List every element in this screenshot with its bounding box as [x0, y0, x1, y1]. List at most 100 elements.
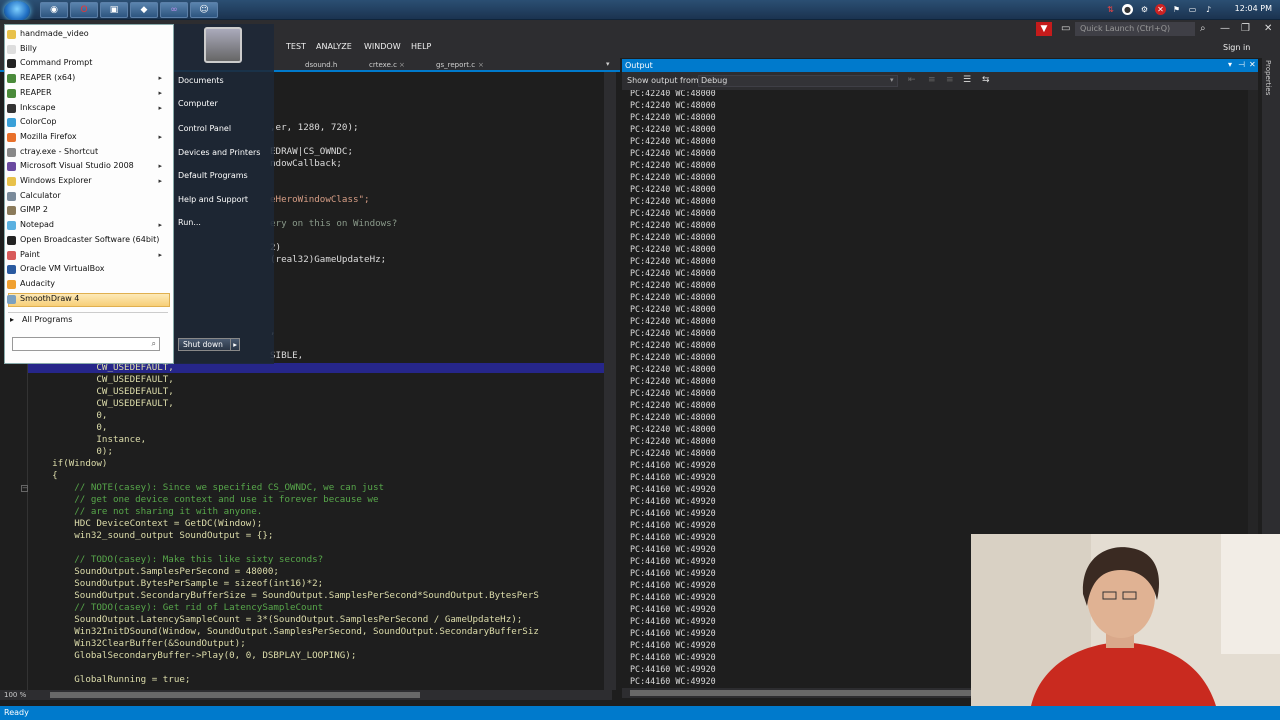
- prev-message-icon[interactable]: ≡: [946, 75, 954, 85]
- minimize-icon[interactable]: —: [1220, 23, 1230, 34]
- menu-analyze[interactable]: ANALYZE: [316, 42, 352, 51]
- start-button[interactable]: [4, 1, 30, 21]
- submenu-arrow-icon[interactable]: ▸: [158, 71, 162, 85]
- output-pin-icon[interactable]: ⊣: [1238, 60, 1245, 69]
- output-source-dropdown-icon[interactable]: ▾: [890, 76, 894, 84]
- find-message-icon[interactable]: ⇤: [908, 75, 916, 85]
- start-menu-program[interactable]: Windows Explorer ▸: [4, 174, 166, 188]
- start-menu-place[interactable]: Run...: [178, 218, 201, 227]
- program-label: GIMP 2: [20, 205, 48, 215]
- tab-gs-report-c[interactable]: gs_report.c: [436, 61, 475, 69]
- start-menu-program[interactable]: ctray.exe - Shortcut: [4, 145, 166, 159]
- cmd-taskbar-button[interactable]: ▣: [100, 2, 128, 18]
- code-line: // NOTE(casey): Since we specified CS_OW…: [30, 482, 385, 493]
- notification-flag-icon[interactable]: ▼: [1036, 22, 1052, 36]
- output-source-select[interactable]: Debug: [698, 75, 898, 87]
- tray-network-icon[interactable]: ⇅: [1105, 4, 1116, 15]
- start-menu-place[interactable]: Computer: [178, 99, 218, 108]
- tray-flag-icon[interactable]: ⚑: [1171, 4, 1182, 15]
- sign-in-link[interactable]: Sign in: [1223, 43, 1250, 52]
- output-pane-title[interactable]: Output: [622, 59, 1258, 72]
- menu-test[interactable]: TEST: [286, 42, 306, 51]
- start-menu-program[interactable]: Oracle VM VirtualBox: [4, 262, 166, 276]
- start-menu-program[interactable]: Calculator: [4, 189, 166, 203]
- zoom-level[interactable]: 100 %: [4, 691, 26, 699]
- start-menu-place[interactable]: Control Panel: [178, 124, 231, 133]
- tray-monitor-icon[interactable]: ▭: [1187, 4, 1198, 15]
- submenu-arrow-icon[interactable]: ▸: [158, 248, 162, 262]
- tray-app-icon[interactable]: ●: [1122, 4, 1133, 15]
- start-menu-program[interactable]: Open Broadcaster Software (64bit): [4, 233, 166, 247]
- editor-hscroll-thumb[interactable]: [50, 692, 420, 698]
- restore-icon[interactable]: ❐: [1241, 23, 1250, 34]
- tray-gear-icon[interactable]: ⚙: [1139, 4, 1150, 15]
- menu-help[interactable]: HELP: [411, 42, 431, 51]
- submenu-arrow-icon[interactable]: ▸: [158, 174, 162, 188]
- start-menu-place[interactable]: Devices and Printers: [178, 148, 260, 157]
- output-hscroll-thumb[interactable]: [630, 690, 978, 696]
- start-menu-place[interactable]: Documents: [178, 76, 224, 85]
- submenu-arrow-icon[interactable]: ▸: [158, 218, 162, 232]
- tab-gs-report-pin-icon[interactable]: ×: [478, 61, 484, 69]
- start-menu-program[interactable]: GIMP 2: [4, 203, 166, 217]
- search-icon[interactable]: ⌕: [152, 338, 156, 350]
- quick-launch-input[interactable]: Quick Launch (Ctrl+Q): [1075, 22, 1195, 36]
- start-menu-program[interactable]: ColorCop: [4, 115, 166, 129]
- start-menu-program[interactable]: REAPER (x64) ▸: [4, 71, 166, 85]
- next-message-icon[interactable]: ≡: [928, 75, 936, 85]
- gimp-taskbar-button[interactable]: ☺: [190, 2, 218, 18]
- program-icon: [7, 30, 16, 39]
- shutdown-options-icon[interactable]: ▸: [230, 339, 237, 350]
- tab-crtexe-pin-icon[interactable]: ×: [399, 61, 405, 69]
- submenu-arrow-icon[interactable]: ▸: [158, 130, 162, 144]
- shutdown-button[interactable]: Shut down ▸: [178, 338, 240, 351]
- start-menu-program[interactable]: SmoothDraw 4: [4, 292, 166, 306]
- tab-crtexe-c[interactable]: crtexe.c: [369, 61, 397, 69]
- word-wrap-icon[interactable]: ⇆: [982, 75, 990, 85]
- menu-window[interactable]: WINDOW: [364, 42, 401, 51]
- program-label: Inkscape: [20, 102, 56, 112]
- submenu-arrow-icon[interactable]: ▸: [158, 86, 162, 100]
- output-dropdown-icon[interactable]: ▾: [1228, 60, 1232, 69]
- start-menu-program[interactable]: Command Prompt: [4, 56, 166, 70]
- start-menu-place[interactable]: Default Programs: [178, 171, 248, 180]
- code-line: CW_USEDEFAULT,: [30, 386, 174, 397]
- editor-vertical-scrollbar[interactable]: [604, 72, 616, 690]
- output-line: PC:42240 WC:48000: [630, 232, 716, 242]
- start-menu-program[interactable]: Inkscape ▸: [4, 101, 166, 115]
- all-programs-button[interactable]: ▸ All Programs: [8, 312, 168, 326]
- clear-all-icon[interactable]: ☰: [963, 75, 971, 85]
- start-menu-program[interactable]: Mozilla Firefox ▸: [4, 130, 166, 144]
- tab-dsound-h[interactable]: dsound.h: [305, 61, 337, 69]
- start-menu-program[interactable]: Audacity: [4, 277, 166, 291]
- quick-launch-search-icon[interactable]: ⌕: [1200, 23, 1206, 34]
- clock[interactable]: 12:04 PM: [1235, 4, 1272, 13]
- program-label: Billy: [20, 43, 37, 53]
- tray-volume-icon[interactable]: ♪: [1203, 4, 1214, 15]
- submenu-arrow-icon[interactable]: ▸: [158, 101, 162, 115]
- vs-taskbar-button[interactable]: ◆: [130, 2, 158, 18]
- output-close-icon[interactable]: ✕: [1249, 60, 1256, 69]
- start-menu-program[interactable]: handmade_video: [4, 27, 166, 41]
- start-menu-program[interactable]: Microsoft Visual Studio 2008 ▸: [4, 159, 166, 173]
- start-menu-program[interactable]: Paint ▸: [4, 248, 166, 262]
- user-avatar[interactable]: [204, 27, 242, 63]
- properties-label[interactable]: Properties: [1264, 60, 1272, 95]
- opera-taskbar-button[interactable]: O: [70, 2, 98, 18]
- start-menu-program[interactable]: Billy: [4, 42, 166, 56]
- start-menu-search-input[interactable]: ⌕: [12, 337, 160, 351]
- program-icon: [7, 191, 16, 201]
- start-menu-program[interactable]: REAPER ▸: [4, 86, 166, 100]
- start-menu-program[interactable]: Notepad ▸: [4, 218, 166, 232]
- code-line: GlobalSecondaryBuffer->Play(0, 0, DSBPLA…: [30, 650, 357, 661]
- chrome-taskbar-button[interactable]: ◉: [40, 2, 68, 18]
- vs2-taskbar-button[interactable]: ∞: [160, 2, 188, 18]
- feedback-icon[interactable]: ▭: [1061, 23, 1070, 34]
- tab-overflow-icon[interactable]: ▾: [606, 60, 610, 68]
- start-menu-place[interactable]: Help and Support: [178, 195, 248, 204]
- editor-horizontal-scrollbar[interactable]: 100 %: [0, 690, 612, 700]
- submenu-arrow-icon[interactable]: ▸: [158, 159, 162, 173]
- close-window-icon[interactable]: ✕: [1264, 23, 1272, 34]
- collapse-toggle[interactable]: −: [21, 485, 28, 492]
- tray-close-icon[interactable]: ✕: [1155, 4, 1166, 15]
